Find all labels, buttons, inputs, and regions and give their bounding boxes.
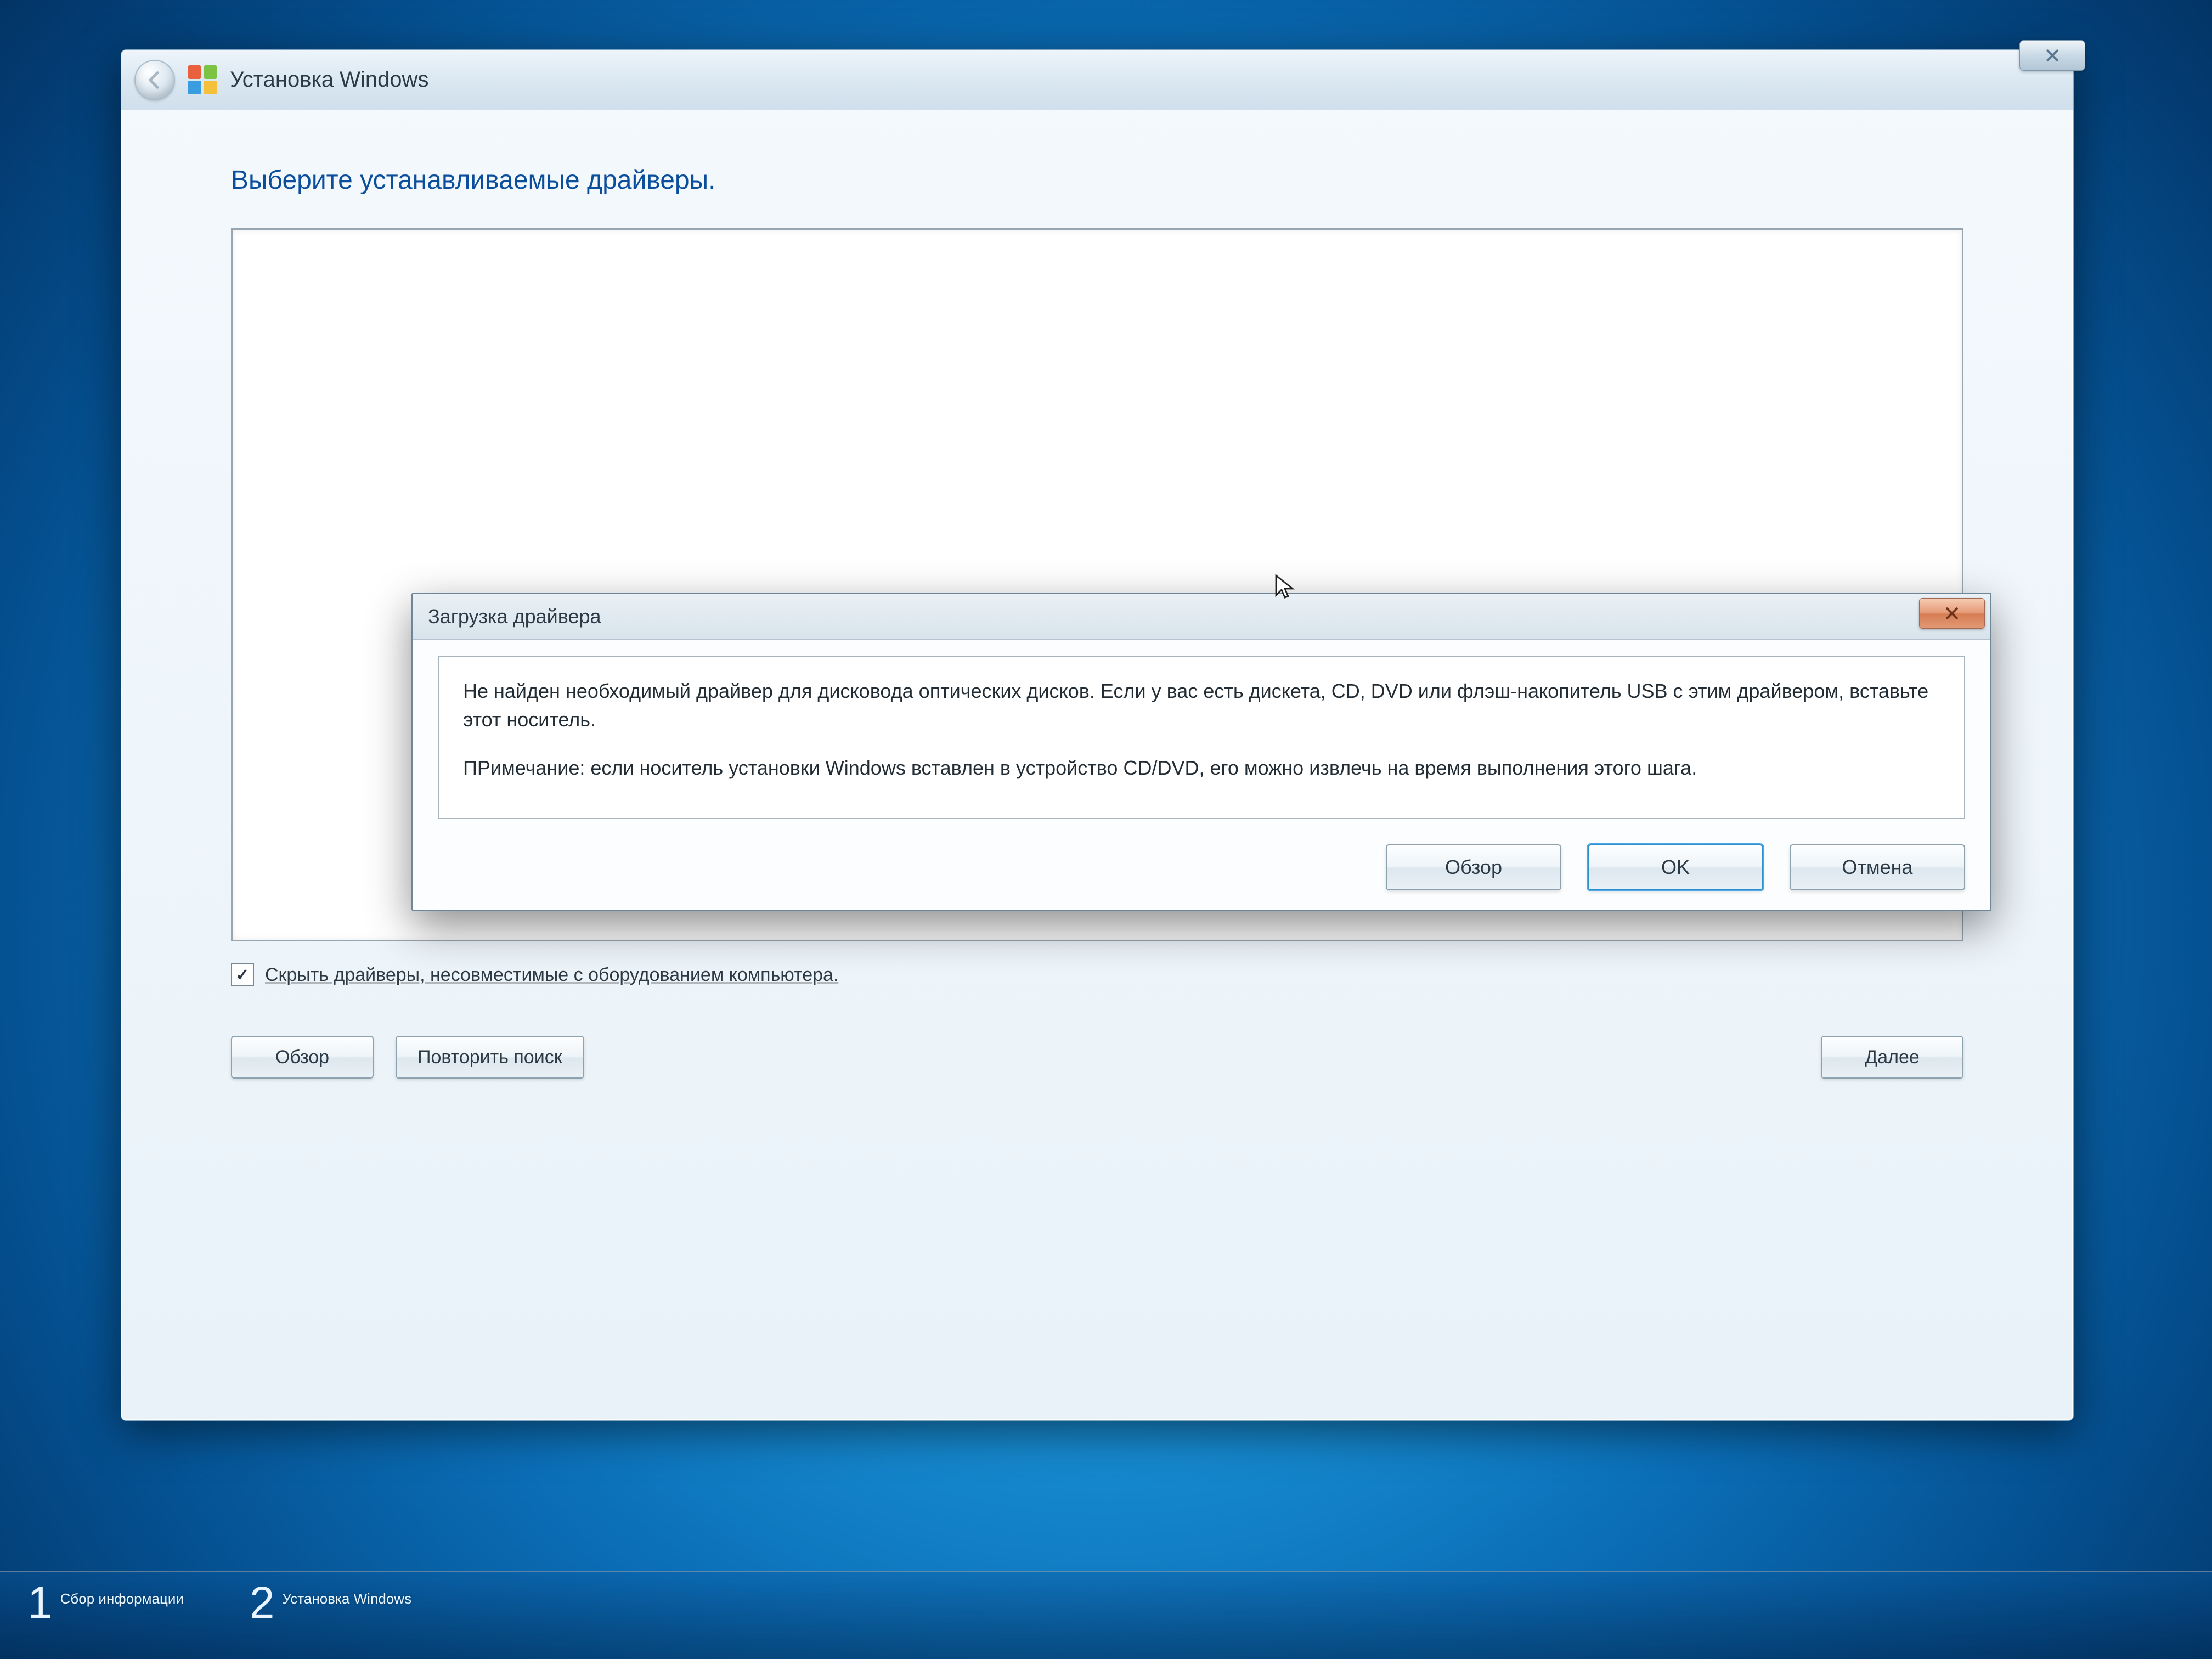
rescan-button[interactable]: Повторить поиск <box>396 1036 584 1079</box>
load-driver-dialog: Загрузка драйвера Не найден необходимый … <box>411 592 1991 911</box>
dialog-title: Загрузка драйвера <box>428 605 601 628</box>
step-2-label: Установка Windows <box>283 1586 412 1607</box>
dialog-cancel-button[interactable]: Отмена <box>1790 844 1965 890</box>
dialog-message-p2: ПРимечание: если носитель установки Wind… <box>463 754 1940 782</box>
dialog-browse-button[interactable]: Обзор <box>1386 844 1561 890</box>
window-close-button[interactable] <box>2019 40 2085 71</box>
step-1-label: Сбор информации <box>60 1586 184 1607</box>
next-button[interactable]: Далее <box>1821 1036 1963 1079</box>
hide-incompatible-checkbox[interactable] <box>231 963 254 986</box>
window-button-row: Обзор Повторить поиск Далее <box>231 1036 1963 1079</box>
close-icon <box>1944 605 1960 622</box>
windows-flag-icon <box>187 65 218 95</box>
progress-steps: 1 Сбор информации 2 Установка Windows <box>0 1571 2212 1659</box>
dialog-titlebar: Загрузка драйвера <box>413 594 1990 640</box>
step-2: 2 Установка Windows <box>250 1586 411 1620</box>
hide-incompatible-row[interactable]: Скрыть драйверы, несовместимые с оборудо… <box>231 963 1963 986</box>
close-icon <box>2044 47 2061 64</box>
dialog-button-row: Обзор OK Отмена <box>438 844 1965 890</box>
page-heading: Выберите устанавливаемые драйверы. <box>231 165 1963 195</box>
dialog-close-button[interactable] <box>1919 598 1985 629</box>
step-1-number: 1 <box>27 1586 50 1620</box>
dialog-body: Не найден необходимый драйвер для дисков… <box>413 640 1990 910</box>
hide-incompatible-label: Скрыть драйверы, несовместимые с оборудо… <box>265 964 838 986</box>
browse-button[interactable]: Обзор <box>231 1036 374 1079</box>
dialog-message-p1: Не найден необходимый драйвер для дисков… <box>463 677 1940 734</box>
window-title: Установка Windows <box>230 67 428 92</box>
back-button[interactable] <box>134 60 175 100</box>
step-2-number: 2 <box>250 1586 273 1620</box>
titlebar: Установка Windows <box>121 50 2073 110</box>
arrow-left-icon <box>144 69 166 91</box>
step-1: 1 Сбор информации <box>27 1586 184 1620</box>
dialog-message: Не найден необходимый драйвер для дисков… <box>438 656 1965 819</box>
dialog-ok-button[interactable]: OK <box>1588 844 1763 890</box>
